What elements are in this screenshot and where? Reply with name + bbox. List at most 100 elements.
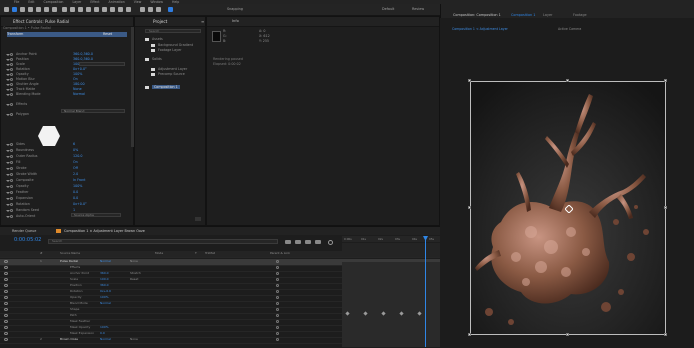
col-source-name[interactable]: Source Name — [60, 251, 80, 256]
layer-name[interactable]: Mask Opacity — [70, 325, 90, 330]
stopwatch-icon[interactable] — [10, 78, 13, 81]
col-t[interactable]: T — [195, 251, 197, 256]
timecode-display[interactable]: 0:00:05:02 — [14, 237, 41, 243]
effect-row-19[interactable]: Opacity 100% — [6, 184, 129, 189]
parent-pickwhip-icon[interactable] — [276, 326, 279, 329]
layer-mode[interactable]: 100% — [100, 295, 109, 300]
stopwatch-icon[interactable] — [10, 73, 13, 76]
effect-row-16[interactable]: Stroke Off — [6, 166, 129, 171]
layer-mode[interactable]: Normal — [100, 259, 111, 264]
info-tab[interactable]: Info — [232, 19, 239, 23]
stopwatch-icon[interactable] — [10, 155, 13, 158]
comp-flowchart-breadcrumb[interactable]: Composition 1 < Adjustment Layer — [452, 27, 508, 31]
stopwatch-icon[interactable] — [10, 113, 13, 116]
clone-stamp-icon[interactable] — [102, 7, 107, 12]
transform-handle-b[interactable] — [566, 333, 569, 336]
stopwatch-icon[interactable] — [10, 161, 13, 164]
mask-icon[interactable] — [156, 7, 161, 12]
row-value[interactable]: 0.0 — [73, 190, 78, 195]
layer-name[interactable]: Anchor Point — [70, 271, 89, 276]
stopwatch-icon[interactable] — [10, 167, 13, 170]
layer-frame[interactable] — [470, 81, 666, 335]
stopwatch-icon[interactable] — [10, 215, 13, 218]
visibility-eye-icon[interactable] — [4, 302, 8, 305]
effect-row-10[interactable]: Effects — [6, 102, 129, 107]
layer-mode[interactable]: 0.0 — [100, 331, 105, 336]
visibility-eye-icon[interactable] — [4, 296, 8, 299]
stopwatch-icon[interactable] — [10, 88, 13, 91]
stopwatch-icon[interactable] — [10, 179, 13, 182]
visibility-eye-icon[interactable] — [4, 308, 8, 311]
col-parent[interactable]: Parent & Link — [270, 251, 290, 256]
keyframe-marker[interactable] — [381, 311, 386, 316]
row-value[interactable]: 0% — [73, 148, 78, 153]
stopwatch-icon[interactable] — [10, 203, 13, 206]
visibility-eye-icon[interactable] — [4, 290, 8, 293]
pen-tool-icon[interactable] — [78, 7, 83, 12]
stopwatch-icon[interactable] — [10, 83, 13, 86]
parent-pickwhip-icon[interactable] — [276, 320, 279, 323]
transform-handle-tl[interactable] — [468, 79, 471, 82]
layer-parent[interactable]: None — [130, 337, 138, 342]
project-item[interactable]: Precomp Source — [151, 72, 185, 77]
eraser-tool-icon[interactable] — [110, 7, 115, 12]
visibility-eye-icon[interactable] — [4, 314, 8, 317]
layer-mode[interactable]: Normal — [100, 301, 111, 306]
stopwatch-icon[interactable] — [10, 58, 13, 61]
visibility-eye-icon[interactable] — [4, 278, 8, 281]
effect-row-0[interactable]: Transform Reset — [7, 32, 127, 37]
layer-mode[interactable]: 100.0 — [100, 277, 109, 282]
parent-pickwhip-icon[interactable] — [276, 302, 279, 305]
hide-shy-layers-icon[interactable] — [305, 240, 311, 244]
timeline-comp-tab[interactable]: Composition 1 × Adjustment Layer Brown O… — [64, 229, 145, 233]
visibility-eye-icon[interactable] — [4, 284, 8, 287]
active-camera-label[interactable]: Active Camera — [558, 27, 581, 31]
project-item[interactable]: Assets — [145, 37, 163, 42]
row-value[interactable]: Normal — [73, 92, 85, 97]
row-value[interactable]: On — [73, 160, 78, 165]
row-value[interactable]: In Front — [73, 178, 85, 183]
effect-row-22[interactable]: Rotation 0x+0.0° — [6, 202, 129, 207]
visibility-eye-icon[interactable] — [4, 332, 8, 335]
parent-pickwhip-icon[interactable] — [276, 338, 279, 341]
layer-mode[interactable]: 360.0 — [100, 271, 109, 276]
stopwatch-icon[interactable] — [10, 191, 13, 194]
keyframe-marker[interactable] — [417, 311, 422, 316]
visibility-eye-icon[interactable] — [4, 320, 8, 323]
roto-brush-icon[interactable] — [118, 7, 123, 12]
visibility-eye-icon[interactable] — [4, 338, 8, 341]
orbit-camera-icon[interactable] — [36, 7, 41, 12]
layer-mode[interactable]: 360.0 — [100, 283, 109, 288]
timeline-search-input[interactable]: Search — [48, 239, 278, 244]
row-value[interactable]: 0x+0.0° — [73, 202, 87, 207]
layer-mode[interactable]: 100% — [100, 325, 109, 330]
layer-parent[interactable]: None — [130, 259, 138, 264]
effect-row-13[interactable]: Roundness 0% — [6, 148, 129, 153]
stopwatch-icon[interactable] — [10, 68, 13, 71]
selection-tool-icon[interactable] — [12, 7, 17, 12]
row-value[interactable]: 2.0 — [73, 172, 78, 177]
stopwatch-icon[interactable] — [10, 173, 13, 176]
layer-name[interactable]: Mask Expansion — [70, 331, 94, 336]
stopwatch-icon[interactable] — [10, 93, 13, 96]
reset-link[interactable]: Reset — [103, 32, 112, 37]
stopwatch-icon[interactable] — [10, 63, 13, 66]
parent-pickwhip-icon[interactable] — [276, 296, 279, 299]
project-item[interactable]: Composition 1 — [145, 85, 180, 90]
effect-controls-tab[interactable]: Effect Controls: Pulse Radial — [13, 19, 69, 24]
effect-row-9[interactable]: Blending Mode Normal — [6, 92, 129, 97]
project-search-input[interactable]: Search — [145, 29, 201, 33]
transform-handle-br[interactable] — [664, 333, 667, 336]
parent-pickwhip-icon[interactable] — [276, 290, 279, 293]
keyframe-marker[interactable] — [345, 311, 350, 316]
brush-tool-icon[interactable] — [94, 7, 99, 12]
transform-handle-r[interactable] — [664, 206, 667, 209]
puppet-pin-icon[interactable] — [126, 7, 131, 12]
keyframe-marker[interactable] — [363, 311, 368, 316]
project-item[interactable]: Footage Layer — [151, 48, 182, 53]
workspace-default[interactable]: Default — [382, 7, 394, 11]
layer-name[interactable]: Blend Mode — [70, 301, 88, 306]
composition-tab-footage[interactable]: Footage — [573, 13, 587, 17]
current-time-indicator[interactable] — [425, 236, 426, 347]
composite-dropdown[interactable]: Source Alpha — [71, 213, 121, 217]
